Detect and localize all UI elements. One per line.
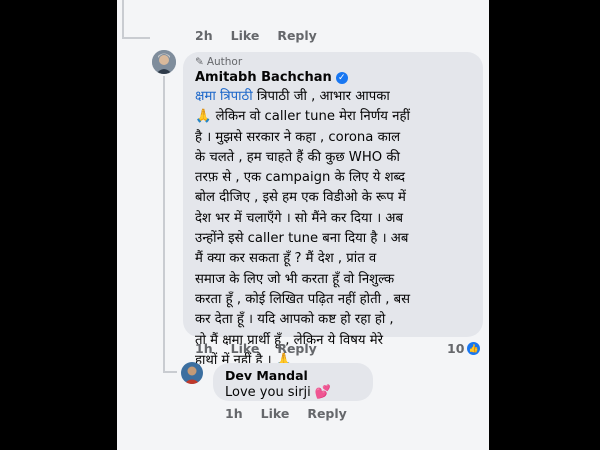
comment-actions: 1h Like Reply xyxy=(195,341,335,356)
author-name[interactable]: Amitabh Bachchan ✓ xyxy=(195,70,480,85)
reply-button[interactable]: Reply xyxy=(277,28,316,43)
like-button[interactable]: Like xyxy=(261,406,290,421)
reply-button[interactable]: Reply xyxy=(307,406,346,421)
reply-author-name[interactable]: Dev Mandal xyxy=(225,368,331,383)
mention-link[interactable]: क्षमा त्रिपाठी xyxy=(195,89,253,104)
thread-line xyxy=(122,0,124,38)
thread-line xyxy=(163,371,177,373)
like-button[interactable]: Like xyxy=(231,28,260,43)
reply-text: Love you sirji 💕 xyxy=(225,385,332,400)
previous-comment-actions: 2h Like Reply xyxy=(195,28,335,43)
comment-bubble: ✎ Author Amitabh Bachchan ✓ क्षमा त्रिपा… xyxy=(183,52,483,368)
thread-line xyxy=(122,37,150,39)
comment-time: 1h xyxy=(195,341,213,356)
like-reaction-icon: 👍 xyxy=(467,342,481,355)
avatar[interactable] xyxy=(152,50,176,74)
like-button[interactable]: Like xyxy=(231,341,260,356)
thread-line xyxy=(163,76,165,372)
author-icon: ✎ xyxy=(195,56,204,68)
verified-icon: ✓ xyxy=(335,71,348,84)
reply-actions: 1h Like Reply xyxy=(225,406,365,421)
comment-thread-panel: 2h Like Reply ✎ Author Amitabh Bachchan … xyxy=(117,0,489,450)
avatar[interactable] xyxy=(181,362,203,384)
comment-time: 1h xyxy=(225,406,243,421)
author-badge: ✎ Author xyxy=(195,56,243,68)
reply-bubble: Dev Mandal Love you sirji 💕 xyxy=(213,363,373,401)
comment-time: 2h xyxy=(195,28,213,43)
reaction-count[interactable]: 10 👍 xyxy=(447,341,489,356)
comment-text: क्षमा त्रिपाठी त्रिपाठी जी , आभार आपका 🙏… xyxy=(195,89,411,368)
reply-button[interactable]: Reply xyxy=(277,341,316,356)
